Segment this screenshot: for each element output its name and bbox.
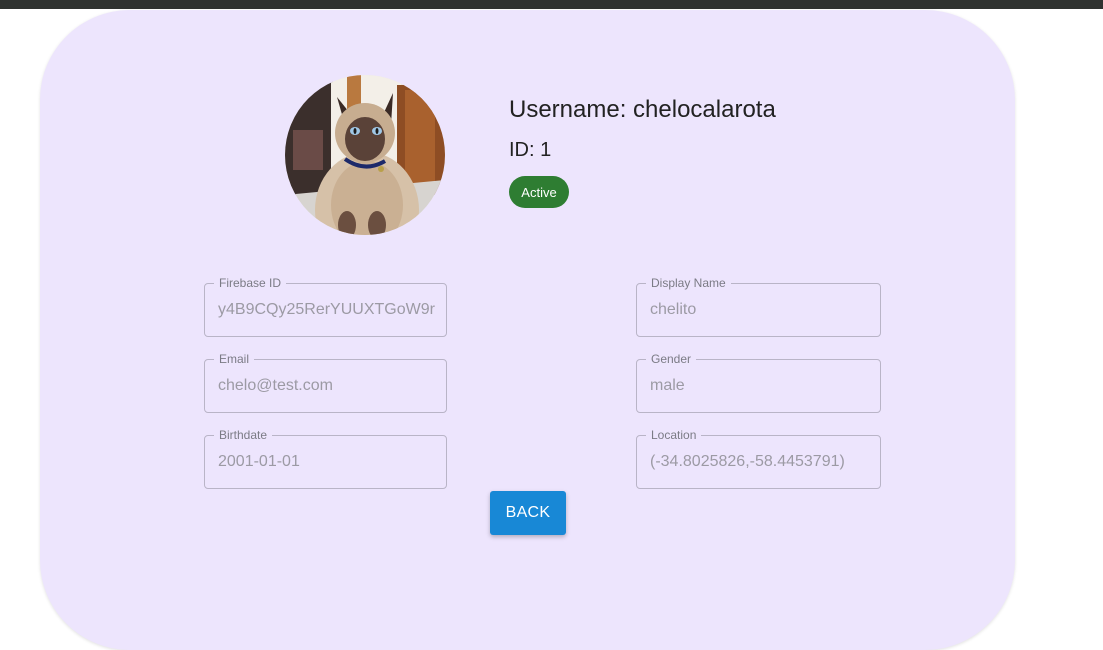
display-name-value: chelito: [650, 301, 697, 318]
firebase-id-label: Firebase ID: [214, 275, 287, 291]
location-field[interactable]: Location (-34.8025826,-58.4453791): [636, 427, 881, 489]
gender-value: male: [650, 377, 685, 394]
location-label: Location: [646, 427, 702, 443]
firebase-id-value: y4B9CQy25RerYUUXTGoW9r: [218, 301, 435, 318]
username-heading: Username: chelocalarota: [509, 96, 776, 123]
email-field[interactable]: Email chelo@test.com: [204, 351, 447, 413]
birthdate-field[interactable]: Birthdate 2001-01-01: [204, 427, 447, 489]
back-button[interactable]: BACK: [490, 491, 566, 535]
firebase-id-field[interactable]: Firebase ID y4B9CQy25RerYUUXTGoW9r: [204, 275, 447, 337]
cat-photo: [285, 75, 445, 235]
birthdate-label: Birthdate: [214, 427, 273, 443]
browser-top-bar: [0, 0, 1103, 9]
display-name-field[interactable]: Display Name chelito: [636, 275, 881, 337]
location-value: (-34.8025826,-58.4453791): [650, 453, 845, 470]
status-badge: Active: [509, 176, 569, 208]
email-label: Email: [214, 351, 255, 367]
avatar: [285, 75, 445, 235]
gender-field[interactable]: Gender male: [636, 351, 881, 413]
user-id-text: ID: 1: [509, 139, 552, 161]
birthdate-value: 2001-01-01: [218, 453, 300, 470]
gender-label: Gender: [646, 351, 697, 367]
display-name-label: Display Name: [646, 275, 731, 291]
email-value: chelo@test.com: [218, 377, 333, 394]
